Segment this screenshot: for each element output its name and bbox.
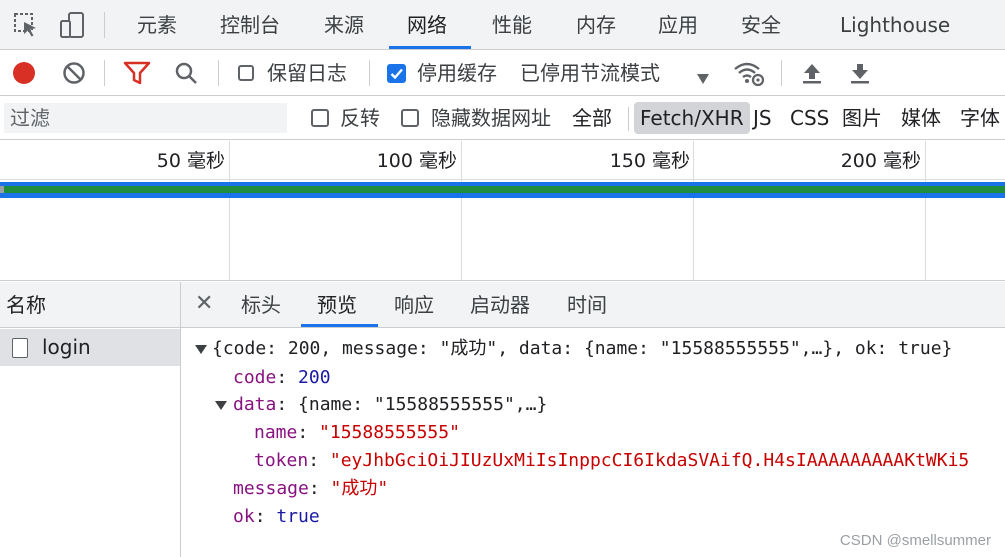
tab-initiator[interactable]: 启动器: [454, 282, 546, 327]
timeline-tick: 100 毫秒: [376, 150, 457, 172]
tab-timing[interactable]: 时间: [551, 282, 623, 327]
json-preview: {code: 200, message: "成功", data: {name: …: [181, 328, 1005, 557]
json-data-line[interactable]: data: {name: "15588555555",…}: [233, 392, 547, 418]
divider: [369, 60, 370, 86]
network-conditions-icon[interactable]: [733, 59, 765, 92]
json-key: message: [233, 478, 309, 499]
watermark: CSDN @smellsummer: [839, 532, 991, 549]
hide-data-urls-checkbox[interactable]: [401, 109, 419, 127]
json-object-summary: {name: "15588555555",…}: [298, 394, 548, 415]
tab-response[interactable]: 响应: [378, 282, 450, 327]
gridline: [229, 141, 230, 280]
timeline-divider: [0, 179, 1005, 180]
type-filter-img[interactable]: 图片: [836, 102, 888, 134]
upload-icon[interactable]: [800, 61, 824, 90]
filter-input[interactable]: [4, 103, 287, 133]
timeline-tick: 150 毫秒: [609, 150, 690, 172]
type-filter-js[interactable]: JS: [747, 102, 778, 134]
json-string: "成功": [330, 478, 389, 499]
close-icon[interactable]: ✕: [195, 282, 213, 326]
tab-console[interactable]: 控制台: [202, 0, 298, 49]
tab-network[interactable]: 网络: [389, 0, 471, 49]
json-name-line: name: "15588555555": [254, 422, 460, 443]
download-icon[interactable]: [848, 61, 872, 90]
invert-checkbox[interactable]: [311, 109, 329, 127]
json-key: code: [233, 367, 277, 388]
tab-sources[interactable]: 来源: [306, 0, 382, 49]
tab-elements[interactable]: 元素: [119, 0, 195, 49]
tab-security[interactable]: 安全: [723, 0, 799, 49]
request-details: ✕ 标头 预览 响应 启动器 时间 {code: 200, message: "…: [181, 282, 1005, 557]
json-key: name: [254, 422, 298, 443]
devtools-tab-bar: 元素 控制台 来源 网络 性能 内存 应用 安全 Lighthouse: [0, 0, 1005, 50]
type-filter-font[interactable]: 字体: [954, 102, 1005, 134]
type-filter-css[interactable]: CSS: [784, 102, 835, 134]
tab-headers[interactable]: 标头: [225, 282, 297, 327]
preserve-log-checkbox[interactable]: [238, 65, 254, 81]
device-toolbar-icon[interactable]: [58, 11, 86, 44]
divider: [781, 60, 782, 86]
inspect-element-icon[interactable]: [12, 11, 40, 44]
gridline: [925, 141, 926, 280]
request-name: login: [42, 335, 91, 359]
timeline-tick: 50 毫秒: [156, 150, 225, 172]
search-icon[interactable]: [174, 61, 198, 90]
json-key: token: [254, 450, 309, 471]
json-boolean: true: [276, 506, 320, 527]
expand-triangle-icon[interactable]: [195, 345, 207, 354]
json-token-line: token: "eyJhbGciOiJIUzUxMiIsInppcCI6Ikda…: [254, 450, 970, 471]
filter-bar: 反转 隐藏数据网址 全部 Fetch/XHR JS CSS 图片 媒体 字体: [0, 97, 1005, 140]
json-message-line: message: "成功": [233, 478, 389, 499]
detail-tab-bar: ✕ 标头 预览 响应 启动器 时间: [181, 282, 1005, 328]
gridline: [461, 141, 462, 280]
json-ok-line: ok: true: [233, 506, 320, 527]
timeline-tick: 200 毫秒: [840, 150, 921, 172]
json-string: "eyJhbGciOiJIUzUxMiIsInppcCI6IkdaSVAifQ.…: [329, 450, 970, 471]
preserve-log-label: 保留日志: [267, 61, 347, 85]
json-string: "15588555555": [319, 422, 460, 443]
type-filter-media[interactable]: 媒体: [895, 102, 947, 134]
json-number: 200: [298, 367, 331, 388]
type-filter-fetch-xhr[interactable]: Fetch/XHR: [634, 102, 750, 134]
tab-memory[interactable]: 内存: [558, 0, 634, 49]
document-icon: [12, 338, 28, 358]
divider: [104, 60, 105, 86]
divider: [628, 107, 629, 131]
disable-cache-checkbox[interactable]: [387, 64, 406, 83]
invert-label: 反转: [340, 106, 380, 130]
json-key: ok: [233, 506, 255, 527]
record-icon[interactable]: [12, 61, 36, 90]
waterfall-bar: [0, 186, 1005, 193]
divider: [218, 60, 219, 86]
disable-cache-label: 停用缓存: [417, 61, 497, 85]
tab-lighthouse[interactable]: Lighthouse: [822, 0, 968, 49]
json-root-summary[interactable]: {code: 200, message: "成功", data: {name: …: [212, 336, 952, 362]
expand-triangle-icon[interactable]: [215, 401, 227, 410]
gridline: [693, 141, 694, 280]
type-filter-all[interactable]: 全部: [566, 102, 618, 134]
name-column-header[interactable]: 名称: [0, 282, 180, 328]
request-row[interactable]: login: [0, 329, 180, 366]
json-key: data: [233, 394, 277, 415]
throttling-select[interactable]: 已停用节流模式: [520, 50, 660, 96]
tab-application[interactable]: 应用: [640, 0, 716, 49]
tab-performance[interactable]: 性能: [474, 0, 550, 49]
tab-preview[interactable]: 预览: [301, 282, 378, 327]
hide-data-urls-label: 隐藏数据网址: [431, 106, 551, 130]
chevron-down-icon[interactable]: [696, 66, 710, 90]
filter-icon[interactable]: [123, 61, 151, 90]
clear-icon[interactable]: [62, 61, 86, 90]
waterfall-bar-start: [0, 186, 4, 193]
network-toolbar: 保留日志 停用缓存 已停用节流模式: [0, 50, 1005, 96]
timeline-overview[interactable]: 50 毫秒 100 毫秒 150 毫秒 200 毫秒: [0, 141, 1005, 281]
json-code-line: code: 200: [233, 367, 331, 388]
divider: [104, 12, 105, 38]
request-list: 名称 login: [0, 282, 181, 557]
